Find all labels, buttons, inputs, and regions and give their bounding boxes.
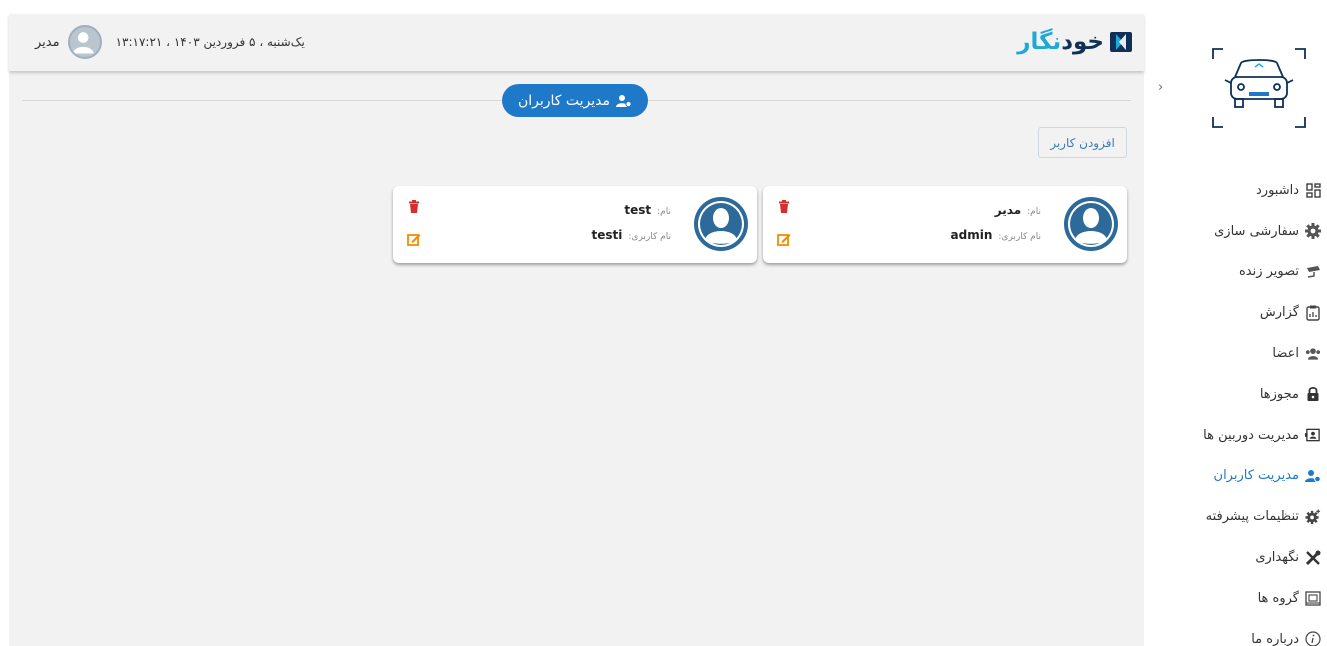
- edit-icon[interactable]: [777, 232, 791, 246]
- sidebar-item-label: مجوزها: [1259, 386, 1299, 402]
- username-label: نام کاربری:: [628, 232, 671, 242]
- sidebar-item-label: گروه ها: [1257, 590, 1299, 606]
- delete-icon[interactable]: [407, 200, 421, 214]
- members-icon: [1305, 346, 1321, 362]
- sidebar-item-label: مدیریت کاربران: [1213, 468, 1299, 484]
- brand-name-accent: نگار: [1017, 29, 1062, 55]
- sidebar-item-label: نگهداری: [1255, 550, 1299, 566]
- user-name-row: نام: مدیر: [995, 203, 1041, 217]
- main-content: خودنگار مدیر یک‌شنبه ، ۵ فروردین ۱۴۰۳ ، …: [9, 14, 1144, 646]
- brand-mark-icon: [1110, 32, 1132, 52]
- username-row: نام کاربری: admin: [951, 228, 1041, 242]
- sidebar-item-label: تنظیمات پیشرفته: [1205, 509, 1299, 525]
- sidebar-item-label: سفارشی سازی: [1214, 223, 1299, 239]
- brand-name: خودنگار: [1017, 29, 1104, 55]
- report-clipboard-icon: [1305, 305, 1321, 321]
- username-value: admin: [950, 228, 993, 242]
- tools-icon: [1305, 550, 1321, 566]
- sidebar-item-report[interactable]: گزارش: [1177, 292, 1327, 333]
- sidebar-item-permissions[interactable]: مجوزها: [1177, 374, 1327, 415]
- add-user-button[interactable]: افزودن کاربر: [1038, 127, 1127, 158]
- sidebar-item-maintenance[interactable]: نگهداری: [1177, 537, 1327, 578]
- brand-logo[interactable]: خودنگار: [1017, 25, 1132, 59]
- user-menu[interactable]: مدیر یک‌شنبه ، ۵ فروردین ۱۴۰۳ ، ۱۳:۱۷:۲۱: [35, 24, 305, 60]
- sidebar-item-advanced-settings[interactable]: تنظیمات پیشرفته: [1177, 496, 1327, 537]
- sidebar-item-user-management[interactable]: مدیریت کاربران: [1177, 456, 1327, 497]
- sidebar-item-customization[interactable]: سفارشی سازی: [1177, 211, 1327, 252]
- groups-icon: [1305, 590, 1321, 606]
- sidebar-item-dashboard[interactable]: داشبورد: [1177, 170, 1327, 211]
- name-label: نام:: [1027, 207, 1041, 217]
- edit-icon[interactable]: [407, 232, 421, 246]
- sidebar-collapse-button[interactable]: ›: [1158, 80, 1172, 95]
- sidebar-item-camera-management[interactable]: مدیریت دوربین ها: [1177, 415, 1327, 456]
- sidebar-item-label: داشبورد: [1256, 182, 1299, 198]
- top-bar: خودنگار مدیر یک‌شنبه ، ۵ فروردین ۱۴۰۳ ، …: [9, 14, 1144, 71]
- sidebar-item-label: گزارش: [1259, 305, 1299, 321]
- info-icon: [1305, 631, 1321, 646]
- name-value: test: [624, 203, 652, 217]
- sidebar-item-label: تصویر زنده: [1238, 264, 1299, 280]
- user-name-row: نام: test: [624, 203, 671, 217]
- person-icon: [72, 32, 94, 54]
- advanced-settings-icon: [1305, 509, 1321, 525]
- user-management-icon: [1305, 468, 1321, 484]
- camera-management-icon: [1305, 427, 1321, 443]
- name-value: مدیر: [994, 203, 1022, 217]
- delete-icon[interactable]: [777, 200, 791, 214]
- page-title-text: مدیریت کاربران: [517, 92, 611, 109]
- dashboard-icon: [1305, 182, 1321, 198]
- username-row: نام کاربری: testi: [592, 228, 671, 242]
- lock-icon: [1305, 386, 1321, 402]
- sidebar-item-label: درباره ما: [1251, 631, 1299, 646]
- sidebar-menu: داشبورد سفارشی سازی تصویر زنده گزارش اعض…: [1177, 170, 1327, 646]
- name-label: نام:: [657, 207, 671, 217]
- gear-icon: [1305, 223, 1321, 240]
- current-datetime: یک‌شنبه ، ۵ فروردین ۱۴۰۳ ، ۱۳:۱۷:۲۱: [115, 35, 305, 49]
- sidebar-item-live-view[interactable]: تصویر زنده: [1177, 252, 1327, 293]
- sidebar-item-members[interactable]: اعضا: [1177, 333, 1327, 374]
- brand-name-main: خود: [1061, 29, 1104, 55]
- username-value: testi: [591, 228, 623, 242]
- username-label: نام کاربری:: [998, 232, 1041, 242]
- user-card: نام: test نام کاربری: testi: [393, 186, 757, 263]
- user-avatar-icon: [694, 197, 748, 251]
- car-camera-logo-icon: [1212, 48, 1306, 128]
- user-avatar-icon: [1064, 197, 1118, 251]
- sidebar-item-groups[interactable]: گروه ها: [1177, 578, 1327, 619]
- cctv-camera-icon: [1305, 264, 1321, 280]
- user-card: نام: مدیر نام کاربری: admin: [763, 186, 1127, 263]
- sidebar-item-about-us[interactable]: درباره ما: [1177, 619, 1327, 646]
- page-title: مدیریت کاربران: [502, 84, 648, 117]
- sidebar-item-label: مدیریت دوربین ها: [1203, 427, 1299, 443]
- user-gear-icon: [616, 94, 632, 107]
- user-name: مدیر: [35, 34, 60, 50]
- user-avatar-icon[interactable]: [67, 25, 102, 59]
- sidebar-item-label: اعضا: [1272, 346, 1299, 362]
